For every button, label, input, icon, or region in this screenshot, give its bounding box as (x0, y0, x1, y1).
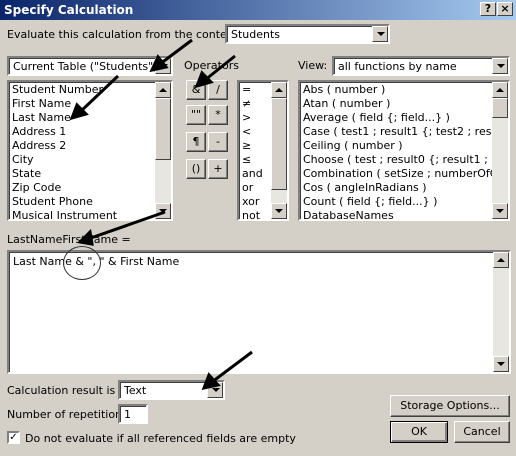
arrow-formula (87, 210, 166, 241)
arrow-table (159, 38, 193, 66)
annotation-arrows (69, 38, 253, 391)
arrow-operator (204, 54, 236, 82)
arrow-result-head-icon (201, 372, 221, 391)
arrow-field (78, 74, 120, 114)
arrow-formula-head-icon (76, 228, 94, 246)
arrow-result (211, 350, 253, 384)
arrow-operator-head-icon (194, 70, 214, 89)
arrow-table-head-icon (149, 54, 169, 73)
